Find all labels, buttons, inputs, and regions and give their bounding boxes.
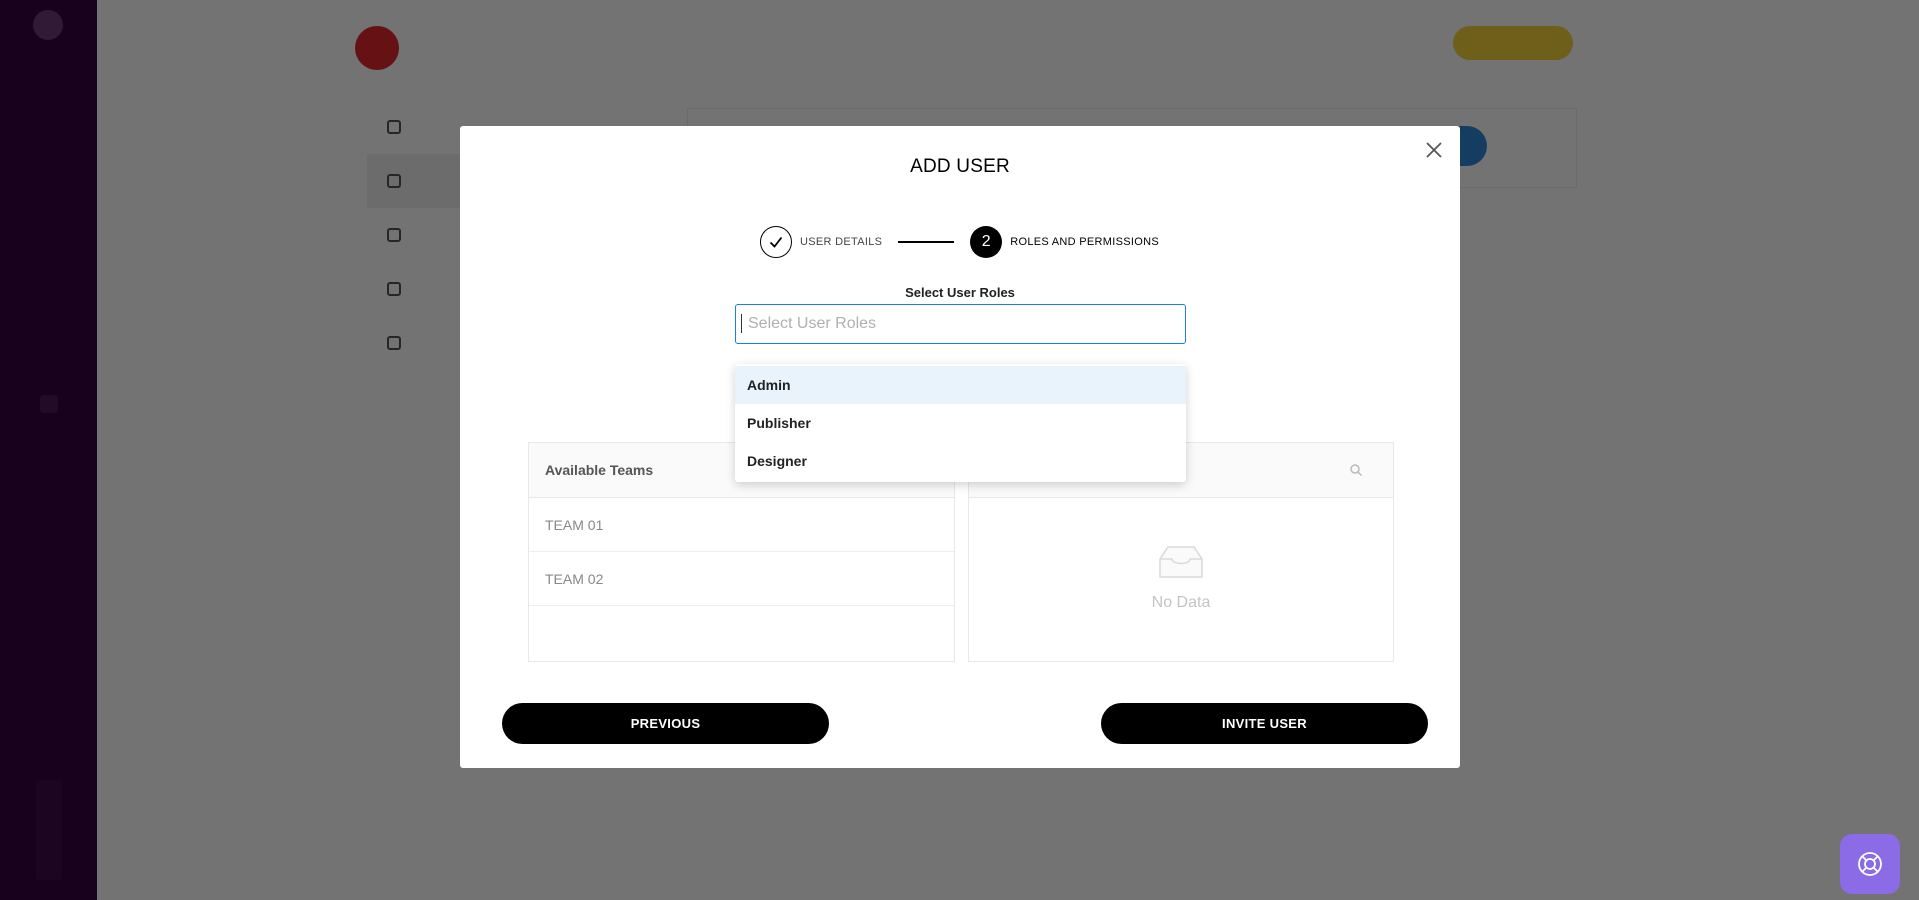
step-label-user-details: USER DETAILS: [800, 236, 883, 248]
step-label-roles: ROLES AND PERMISSIONS: [1010, 236, 1159, 248]
empty-inbox-icon: [1159, 546, 1203, 578]
step-current-indicator: 2: [970, 226, 1003, 258]
step-done-indicator: [760, 226, 792, 258]
lifebuoy-icon: [1858, 852, 1882, 876]
roles-select-input[interactable]: [735, 304, 1186, 344]
role-option-admin[interactable]: Admin: [735, 366, 1186, 404]
roles-dropdown: Admin Publisher Designer: [735, 364, 1186, 482]
checkmark-icon: [769, 236, 783, 248]
step-connector: [898, 241, 955, 243]
search-icon[interactable]: [1349, 463, 1363, 477]
text-caret: [741, 314, 742, 333]
stepper: USER DETAILS 2 ROLES AND PERMISSIONS: [760, 226, 1159, 258]
team-row[interactable]: TEAM 01: [529, 498, 954, 552]
empty-state: No Data: [969, 543, 1393, 612]
modal-title: ADD USER: [910, 156, 1010, 177]
team-row[interactable]: TEAM 02: [529, 552, 954, 606]
invite-user-button[interactable]: INVITE USER: [1101, 703, 1428, 744]
role-option-designer[interactable]: Designer: [735, 442, 1186, 480]
empty-state-text: No Data: [1151, 594, 1211, 611]
add-user-modal: ADD USER USER DETAILS 2 ROLES AND PERMIS…: [460, 126, 1460, 768]
previous-button[interactable]: PREVIOUS: [502, 703, 829, 744]
roles-field-label: Select User Roles: [905, 285, 1015, 300]
help-button[interactable]: [1840, 834, 1900, 894]
role-option-publisher[interactable]: Publisher: [735, 404, 1186, 442]
